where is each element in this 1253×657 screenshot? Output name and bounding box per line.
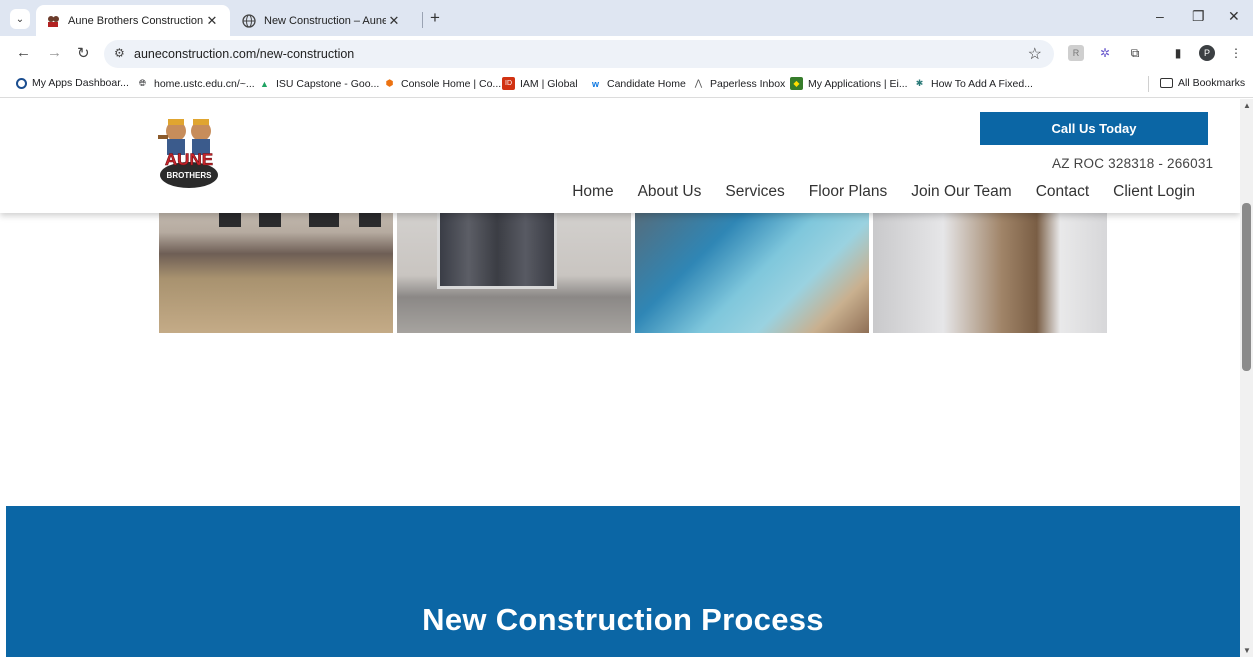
bookmark-item[interactable]: 🌐︎ home.ustc.edu.cn/~... <box>136 77 255 90</box>
bookmark-label: Paperless Inbox <box>710 77 786 90</box>
aws-icon: ⬢ <box>385 78 394 88</box>
extension-icon[interactable]: R <box>1068 45 1084 61</box>
page-viewport: AUNE BROTHERS Call Us Today AZ ROC 32831… <box>0 99 1240 657</box>
close-tab-icon[interactable]: ✕ <box>386 13 402 29</box>
aune-brothers-logo[interactable]: AUNE BROTHERS <box>156 117 222 193</box>
new-tab-button[interactable]: + <box>430 8 440 28</box>
url-text: auneconstruction.com/new-construction <box>134 47 355 61</box>
bookmark-label: Candidate Home <box>607 77 686 90</box>
close-tab-icon[interactable]: ✕ <box>204 13 220 29</box>
bookmarks-bar: My Apps Dashboar... 🌐︎ home.ustc.edu.cn/… <box>0 70 1253 98</box>
restore-icon[interactable]: ❐ <box>1192 8 1205 25</box>
tab-title: New Construction – Aune Cons <box>264 14 386 27</box>
svg-text:BROTHERS: BROTHERS <box>167 171 213 180</box>
circle-icon <box>16 77 27 89</box>
nav-client-login[interactable]: Client Login <box>1113 183 1195 201</box>
bookmark-label: My Applications | Ei... <box>808 77 908 90</box>
bookmark-label: How To Add A Fixed... <box>931 77 1033 90</box>
nav-join-our-team[interactable]: Join Our Team <box>911 183 1012 201</box>
nav-floor-plans[interactable]: Floor Plans <box>809 183 887 201</box>
bookmark-item[interactable]: ID IAM | Global <box>502 77 578 90</box>
svg-text:AUNE: AUNE <box>165 150 213 169</box>
nav-services[interactable]: Services <box>725 183 784 201</box>
nav-contact[interactable]: Contact <box>1036 183 1089 201</box>
bookmark-label: home.ustc.edu.cn/~... <box>154 77 255 90</box>
nav-home[interactable]: Home <box>572 183 613 201</box>
bookmark-item[interactable]: ⬢ Console Home | Co... <box>383 77 502 90</box>
call-us-today-button[interactable]: Call Us Today <box>980 112 1208 145</box>
bookmark-label: ISU Capstone - Goo... <box>276 77 380 90</box>
bookmark-label: Console Home | Co... <box>401 77 502 90</box>
bookmark-label: IAM | Global <box>520 77 578 90</box>
reload-icon[interactable]: ↻ <box>77 44 90 62</box>
bookmark-item[interactable]: ⋀ Paperless Inbox <box>692 77 786 90</box>
extension-flower-icon[interactable]: ✲ <box>1097 45 1113 61</box>
side-panel-icon[interactable]: ▮ <box>1170 45 1186 61</box>
construction-process-section: New Construction Process <box>6 506 1240 657</box>
paperless-icon: ⋀ <box>694 78 703 88</box>
scroll-up-arrow-icon[interactable]: ▲ <box>1243 101 1251 110</box>
bookmark-star-icon[interactable]: ☆ <box>1028 44 1042 64</box>
forward-icon[interactable]: → <box>47 44 62 61</box>
tab-title: Aune Brothers Construction <box>68 14 204 27</box>
photo-detail <box>437 209 557 289</box>
iam-icon: ID <box>502 77 515 90</box>
bookmark-item[interactable]: My Apps Dashboar... <box>16 77 129 89</box>
tab-search-button[interactable]: ⌄ <box>10 9 30 29</box>
all-bookmarks-button[interactable]: All Bookmarks <box>1160 77 1245 89</box>
section-title: New Construction Process <box>422 602 824 637</box>
scrollbar-thumb[interactable] <box>1242 203 1251 371</box>
deere-icon: ◆ <box>790 77 803 90</box>
bookmark-item[interactable]: ▲ ISU Capstone - Goo... <box>258 77 379 90</box>
address-bar[interactable]: ⚙ auneconstruction.com/new-construction … <box>104 40 1054 68</box>
minimize-icon[interactable]: – <box>1156 8 1164 24</box>
scroll-down-arrow-icon[interactable]: ▼ <box>1243 646 1251 655</box>
star-icon: ✱ <box>915 78 924 88</box>
page-scrollbar[interactable]: ▲ ▼ <box>1240 99 1253 657</box>
bookmark-divider <box>1148 76 1149 92</box>
globe-icon: 🌐︎ <box>138 78 147 88</box>
extensions-puzzle-icon[interactable]: ⧉ <box>1127 45 1143 61</box>
folder-icon <box>1160 78 1173 88</box>
bookmark-item[interactable]: ✱ How To Add A Fixed... <box>913 77 1033 90</box>
globe-icon <box>242 13 256 28</box>
main-nav: Home About Us Services Floor Plans Join … <box>548 183 1195 201</box>
nav-about-us[interactable]: About Us <box>638 183 702 201</box>
site-info-icon[interactable]: ⚙ <box>114 46 125 60</box>
profile-avatar[interactable]: P <box>1199 45 1215 61</box>
browser-toolbar: ← → ↻ ⚙ auneconstruction.com/new-constru… <box>0 36 1253 70</box>
tab-new-construction[interactable]: New Construction – Aune Cons ✕ <box>232 5 412 36</box>
tab-aune-brothers[interactable]: Aune Brothers Construction ✕ <box>36 5 230 36</box>
license-number: AZ ROC 328318 - 266031 <box>1052 156 1214 171</box>
aune-logo-icon <box>46 14 60 28</box>
menu-kebab-icon[interactable]: ⋮ <box>1228 45 1244 61</box>
site-header: AUNE BROTHERS Call Us Today AZ ROC 32831… <box>0 99 1240 213</box>
close-window-icon[interactable]: ✕ <box>1228 8 1240 25</box>
all-bookmarks-label: All Bookmarks <box>1178 77 1246 89</box>
tab-divider <box>422 12 423 28</box>
workday-icon: w <box>591 78 599 89</box>
bookmark-item[interactable]: w Candidate Home <box>589 77 686 90</box>
bookmark-label: My Apps Dashboar... <box>32 77 129 89</box>
drive-icon: ▲ <box>260 78 269 89</box>
back-icon[interactable]: ← <box>16 44 31 61</box>
bookmark-item[interactable]: ◆ My Applications | Ei... <box>790 77 908 90</box>
tab-strip: ⌄ Aune Brothers Construction ✕ New Const… <box>0 0 1253 36</box>
